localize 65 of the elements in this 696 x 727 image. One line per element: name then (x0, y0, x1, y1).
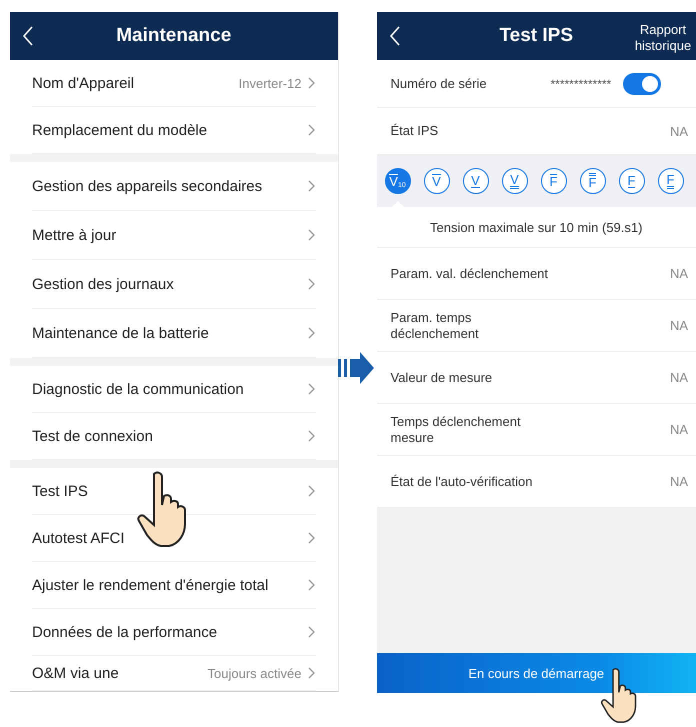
screen-title: Maintenance (116, 25, 232, 47)
parameter-label: Temps déclenchement mesure (390, 414, 522, 446)
serial-number-value: ************* (550, 76, 612, 90)
menu-item-label: Diagnostic de la communication (32, 380, 245, 398)
menu-item-label: Gestion des appareils secondaires (32, 178, 264, 194)
parameter-value: NA (670, 266, 688, 281)
test-type-tab[interactable]: V (462, 168, 488, 194)
serial-number-label: Numéro de série (390, 76, 488, 92)
chevron-right-icon (308, 180, 316, 192)
parameter-label: État de l'auto-vérification (390, 474, 534, 490)
parameter-label: Param. temps déclenchement (390, 310, 480, 342)
menu-item[interactable]: Gestion des appareils secondaires (32, 162, 316, 211)
menu-item-label: Remplacement du modèle (32, 122, 208, 138)
chevron-right-icon (308, 485, 316, 497)
history-report-link[interactable]: Rapport historique (633, 22, 693, 54)
test-type-tab[interactable]: F (580, 168, 606, 194)
ips-state-label: État IPS (390, 123, 440, 139)
menu-item-label: Ajuster le rendement d'énergie total (32, 576, 270, 594)
back-icon[interactable] (22, 26, 34, 46)
ips-state-value: NA (670, 124, 688, 138)
chevron-right-icon (308, 579, 316, 591)
right-arrow-icon (338, 352, 376, 384)
menu-item[interactable]: Nom d'Appareil Inverter-12 (32, 60, 316, 107)
screen-title: Test IPS (499, 25, 574, 47)
chevron-right-icon (308, 124, 316, 136)
menu-item[interactable]: Diagnostic de la communication (32, 366, 316, 413)
chevron-right-icon (308, 626, 316, 638)
menu-item[interactable]: O&M via une Toujours activée (32, 656, 316, 691)
menu-item-label: Mettre à jour (32, 226, 118, 244)
parameter-label: Param. val. déclenchement (390, 266, 550, 282)
chevron-right-icon (308, 327, 316, 339)
parameter-value: NA (670, 422, 688, 437)
menu-item-label: Maintenance de la batterie (32, 324, 210, 342)
parameter-value: NA (670, 370, 688, 385)
parameter-label: Valeur de mesure (390, 370, 494, 386)
menu-item[interactable]: Mettre à jour (32, 211, 316, 260)
parameter-value: NA (670, 474, 688, 489)
test-type-tab[interactable]: F (618, 168, 644, 194)
start-button[interactable]: En cours de démarrage (376, 653, 696, 693)
back-icon[interactable] (388, 26, 400, 46)
menu-item-label: Nom d'Appareil (32, 74, 136, 92)
menu-item[interactable]: Données de la performance (32, 609, 316, 656)
menu-item-label: Gestion des journaux (32, 276, 175, 292)
chevron-right-icon (308, 278, 316, 290)
parameter-value: NA (670, 318, 688, 333)
chevron-right-icon (308, 77, 316, 89)
menu-item-label: Autotest AFCI (32, 530, 126, 546)
test-type-tab[interactable]: V (424, 168, 450, 194)
menu-item-label: Test de connexion (32, 428, 154, 444)
menu-item[interactable]: Gestion des journaux (32, 260, 316, 309)
chevron-right-icon (308, 532, 316, 544)
menu-item-label: Test IPS (32, 482, 89, 500)
toggle-switch[interactable] (623, 72, 662, 94)
chevron-right-icon (308, 667, 316, 679)
chevron-right-icon (308, 229, 316, 241)
menu-item-value: Inverter-12 (238, 76, 302, 90)
menu-item-label: O&M via une (32, 664, 120, 682)
menu-item[interactable]: Ajuster le rendement d'énergie total (32, 562, 316, 609)
test-type-tab[interactable]: F (540, 168, 566, 194)
chevron-right-icon (308, 430, 316, 442)
menu-item-value: Toujours activée (208, 666, 302, 680)
test-type-tab[interactable]: F (658, 168, 684, 194)
chevron-right-icon (308, 383, 316, 395)
menu-item-label: Données de la performance (32, 624, 218, 640)
test-type-tab[interactable]: V (502, 168, 528, 194)
